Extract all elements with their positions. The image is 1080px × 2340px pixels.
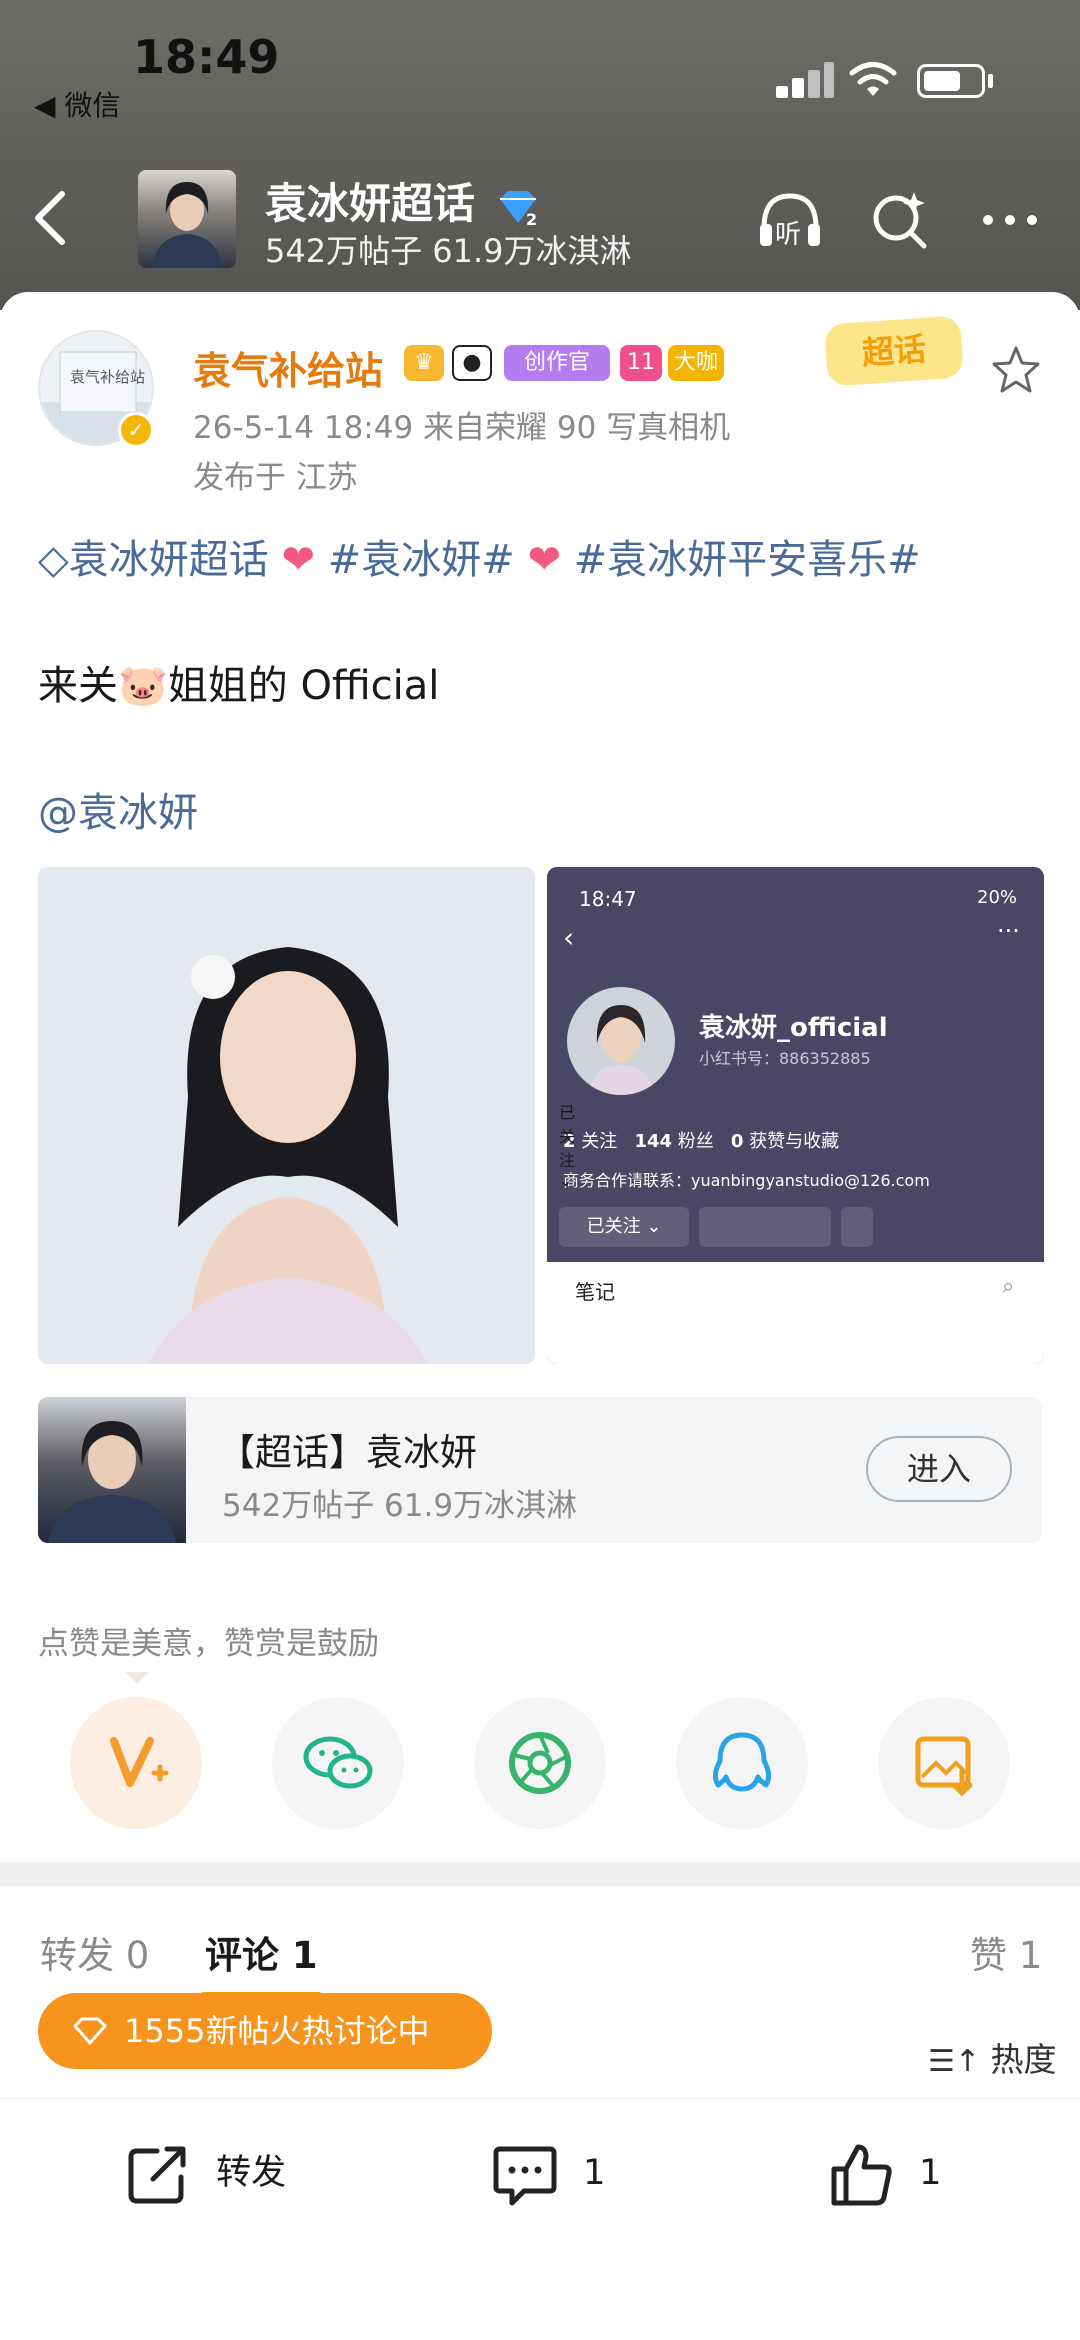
post-text-part: 来关	[38, 663, 118, 709]
page-subtitle: 542万帖子 61.9万冰淇淋	[265, 232, 632, 270]
tab-repost[interactable]: 转发 0	[40, 1925, 149, 1979]
sort-label: 热度	[990, 2040, 1057, 2079]
shot-time: 18:47	[579, 887, 637, 911]
topic-supertopic[interactable]: 袁冰妍超话	[69, 537, 269, 583]
tooltip-pointer	[125, 1672, 149, 1684]
post-location: 发布于 江苏	[193, 460, 358, 496]
moments-share-button[interactable]	[474, 1697, 606, 1829]
qq-share-button[interactable]	[676, 1697, 808, 1829]
like-count: 1	[919, 2153, 942, 2193]
more-icon[interactable]	[978, 188, 1042, 252]
mention-link[interactable]: @袁冰妍	[38, 780, 198, 838]
supertopic-card-title: 【超话】袁冰妍	[218, 1431, 477, 1474]
shot-id: 小红书号：886352885	[699, 1049, 871, 1068]
pig-emoji: 🐷	[118, 663, 168, 709]
comment-count: 1	[583, 2153, 606, 2193]
shot-message-button	[699, 1207, 831, 1247]
repost-label: 转发	[216, 2153, 287, 2193]
shot-stats: 2 关注 144 粉丝 0 获赞与收藏	[563, 1131, 840, 1152]
topic-hashtag-2[interactable]: #袁冰妍平安喜乐#	[574, 537, 921, 583]
repost-button[interactable]: 转发	[123, 2139, 286, 2209]
shot-followed-button: 已关注 ⌄	[559, 1207, 689, 1247]
shot-notes-tab: 笔记	[575, 1280, 615, 1304]
comment-button[interactable]: 1	[490, 2139, 605, 2209]
shot-buttons-row: 已关注 ⌄	[559, 1207, 1033, 1249]
reward-hint: 点赞是美意，赞赏是鼓励	[38, 1626, 379, 1662]
search-sparkle-icon[interactable]	[868, 188, 932, 252]
section-divider	[0, 1862, 1080, 1886]
diamond-badge-icon: 2	[499, 190, 537, 229]
author-name[interactable]: 袁气补给站	[193, 340, 383, 395]
creator-badge: 创作官	[504, 345, 610, 381]
shot-notes-panel: 笔记 ⌕	[547, 1262, 1044, 1364]
sort-icon: ☰↑	[928, 2044, 981, 2079]
repost-icon	[128, 2146, 186, 2204]
post-meta: 26-5-14 18:49 来自荣耀 90 写真相机	[193, 410, 731, 446]
wechat-share-button[interactable]	[272, 1697, 404, 1829]
topic-hashtag-1[interactable]: #袁冰妍#	[328, 537, 515, 583]
shot-back-icon: ‹	[563, 921, 575, 954]
star-icon[interactable]	[990, 344, 1042, 396]
shot-battery: 20%	[977, 887, 1018, 908]
svg-text:2: 2	[526, 210, 537, 227]
heart-icon: ❤	[527, 537, 561, 583]
signal-icon	[776, 62, 834, 98]
post-photo-portrait[interactable]	[38, 867, 535, 1364]
wifi-icon	[849, 62, 897, 96]
back-to-wechat[interactable]: ◀ 微信	[34, 84, 120, 124]
shot-avatar	[567, 987, 675, 1095]
supertopic-stamp: 超话	[824, 315, 964, 387]
like-button[interactable]: 1	[826, 2139, 941, 2209]
battery-icon	[917, 64, 985, 98]
enter-button[interactable]: 进入	[866, 1436, 1012, 1502]
sort-by-heat[interactable]: ☰↑ 热度	[928, 2033, 1057, 2081]
diamond-icon	[73, 2017, 107, 2045]
bottom-action-bar	[0, 2098, 1080, 2340]
post-photo-profile-screenshot[interactable]: 18:47 20% ‹ ··· 袁冰妍_official 小红书号：886352…	[547, 867, 1044, 1364]
battery-tip	[988, 74, 993, 88]
avatar-text: 袁气补给站	[70, 368, 145, 386]
supertopic-card-thumbnail	[38, 1397, 186, 1543]
post-text-part: 姐姐的 Official	[167, 663, 440, 709]
supertopic-avatar[interactable]	[138, 170, 236, 268]
listen-button[interactable]: 听	[754, 188, 820, 252]
hot-discussion-text: 1555新帖火热讨论中	[124, 2012, 430, 2050]
shot-more-icon: ···	[997, 917, 1020, 945]
post-text: 来关🐷姐姐的 Official	[38, 653, 439, 711]
page-title: 袁冰妍超话 2	[265, 170, 540, 231]
topic-line: ◇袁冰妍超话 ❤ #袁冰妍# ❤ #袁冰妍平安喜乐#	[38, 527, 921, 585]
tab-comment[interactable]: 评论 1	[205, 1925, 318, 1979]
shot-contact: 商务合作请联系：yuanbingyanstudio@126.com	[563, 1171, 930, 1190]
crown-badge-icon: ♛	[404, 345, 444, 381]
shot-add-user-button	[841, 1207, 873, 1247]
save-image-button[interactable]	[878, 1697, 1010, 1829]
thumbs-up-icon	[831, 2144, 892, 2206]
supertopic-card-stats: 542万帖子 61.9万冰淇淋	[222, 1488, 578, 1524]
back-arrow-icon[interactable]	[28, 188, 72, 248]
hot-discussion-pill[interactable]: 1555新帖火热讨论中	[38, 1993, 492, 2069]
comment-icon	[493, 2146, 557, 2206]
status-time: 18:49	[133, 30, 280, 84]
big-shot-badge: 大咖	[668, 345, 724, 381]
diamond-topic-icon: ◇	[38, 537, 69, 583]
listen-label: 听	[775, 220, 801, 250]
shot-search-icon: ⌕	[1002, 1274, 1015, 1299]
v-plus-button[interactable]	[70, 1697, 202, 1829]
tab-like[interactable]: 赞 1	[970, 1925, 1042, 1979]
verified-badge-icon: ✓	[118, 412, 154, 448]
vip-level-badge: 11	[620, 345, 662, 381]
panda-badge-icon: ●	[452, 345, 492, 381]
shot-name: 袁冰妍_official	[699, 1013, 888, 1043]
heart-icon: ❤	[281, 537, 315, 583]
